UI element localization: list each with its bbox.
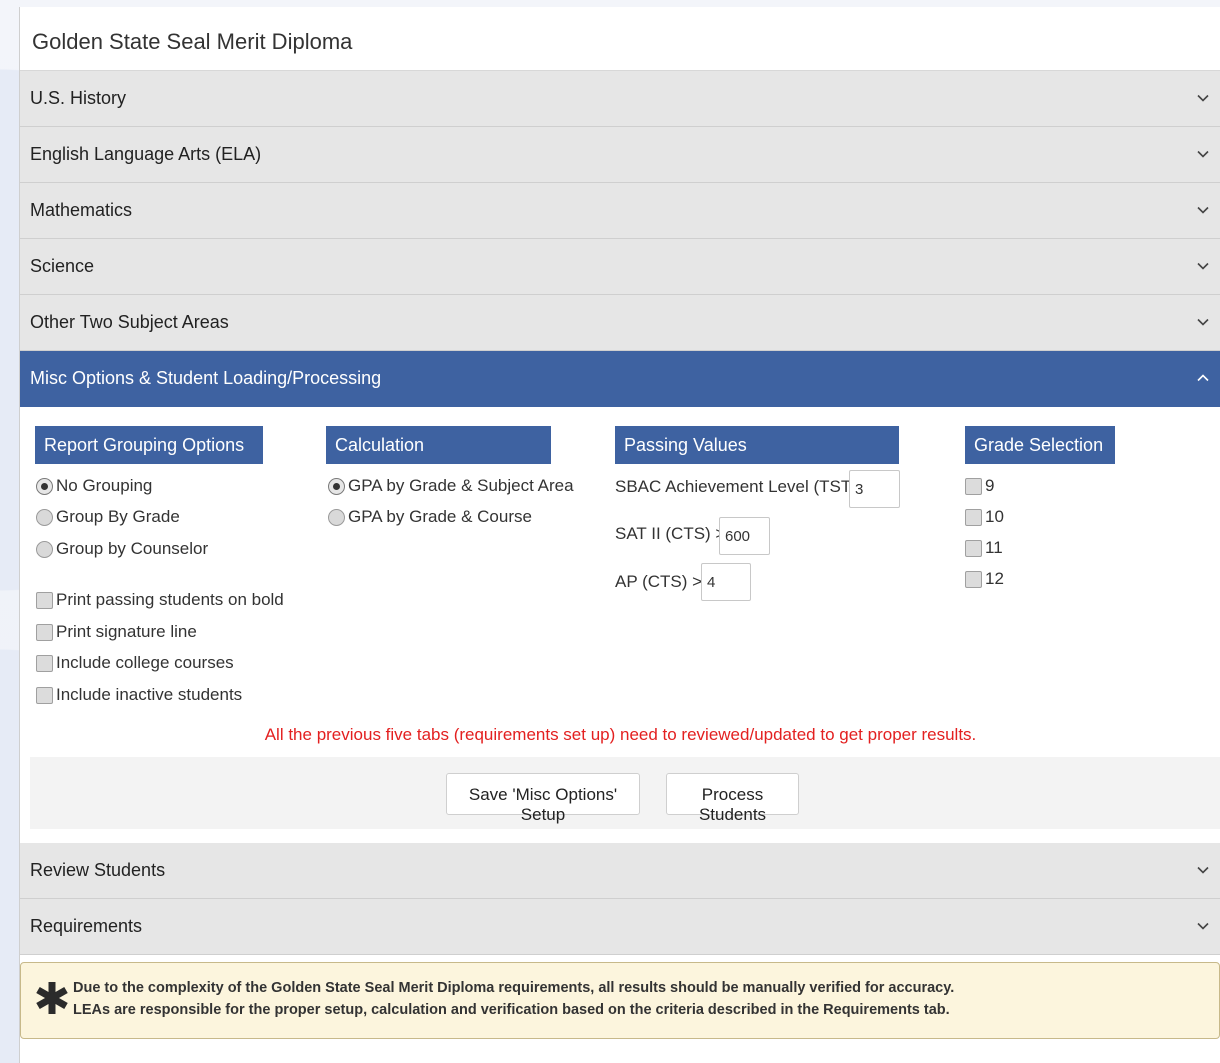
accordion-misc-options[interactable]: Misc Options & Student Loading/Processin…	[20, 351, 1220, 407]
checkbox-icon	[36, 623, 53, 641]
report-grouping-title: Report Grouping Options	[35, 426, 263, 464]
save-misc-options-button[interactable]: Save 'Misc Options' Setup	[446, 773, 640, 824]
accordion-mathematics[interactable]: Mathematics	[20, 183, 1220, 239]
accordion-label: Science	[30, 256, 95, 276]
asterisk-icon	[36, 982, 68, 1014]
chevron-down-icon	[1197, 866, 1209, 874]
radio-selected-icon	[328, 477, 345, 495]
checkbox-grade-11[interactable]: 11	[965, 538, 1003, 558]
accordion-us-history[interactable]: U.S. History	[20, 71, 1220, 127]
action-bar: Save 'Misc Options' Setup Process Studen…	[30, 757, 1220, 829]
warning-message: All the previous five tabs (requirements…	[264, 725, 977, 744]
checkbox-label: 10	[985, 507, 1004, 526]
chevron-down-icon	[1197, 922, 1209, 930]
sbac-input[interactable]: 3	[849, 470, 900, 508]
radio-selected-icon	[36, 477, 53, 495]
radio-gpa-course[interactable]: GPA by Grade & Course	[328, 507, 532, 527]
accordion-label: Other Two Subject Areas	[30, 312, 229, 332]
checkbox-icon	[965, 539, 982, 557]
chevron-down-icon	[1197, 318, 1209, 326]
checkbox-icon	[965, 508, 982, 526]
checkbox-label: Print passing students on bold	[56, 590, 284, 609]
accordion-label: Misc Options & Student Loading/Processin…	[30, 368, 382, 388]
radio-icon	[36, 540, 53, 558]
radio-label: No Grouping	[56, 476, 153, 495]
radio-icon	[36, 508, 53, 526]
checkbox-label: Include college courses	[56, 653, 234, 672]
checkbox-inactive-students[interactable]: Include inactive students	[36, 685, 242, 705]
ap-input[interactable]: 4	[701, 563, 751, 601]
radio-no-grouping[interactable]: No Grouping	[36, 476, 152, 496]
ap-label: AP (CTS) >=	[615, 572, 712, 591]
checkbox-icon	[36, 686, 53, 704]
checkbox-label: 9	[985, 476, 995, 495]
notice-line-1: Due to the complexity of the Golden Stat…	[73, 980, 955, 996]
sbac-label: SBAC Achievement Level (TST) >=	[615, 477, 882, 496]
sat-label: SAT II (CTS) >=	[615, 524, 736, 543]
checkbox-icon	[36, 591, 53, 609]
checkbox-print-bold[interactable]: Print passing students on bold	[36, 590, 284, 610]
radio-label: GPA by Grade & Course	[348, 507, 532, 526]
checkbox-grade-10[interactable]: 10	[965, 507, 1004, 527]
chevron-down-icon	[1197, 262, 1209, 270]
misc-options-body: Report Grouping Options No Grouping Grou…	[20, 407, 1220, 843]
checkbox-label: Print signature line	[56, 622, 197, 641]
radio-group-by-grade[interactable]: Group By Grade	[36, 507, 180, 527]
radio-label: Group By Grade	[56, 507, 180, 526]
chevron-down-icon	[1197, 94, 1209, 102]
accordion-other-subjects[interactable]: Other Two Subject Areas	[20, 295, 1220, 351]
checkbox-icon	[36, 654, 53, 672]
process-students-button[interactable]: Process Students	[666, 773, 799, 824]
notice-line-2: LEAs are responsible for the proper setu…	[73, 1002, 950, 1018]
checkbox-label: 12	[985, 569, 1004, 588]
radio-label: GPA by Grade & Subject Area	[348, 476, 574, 495]
calculation-title: Calculation	[326, 426, 551, 464]
passing-values-title: Passing Values	[615, 426, 899, 464]
page-title: Golden State Seal Merit Diploma	[20, 7, 1220, 71]
radio-gpa-subject-area[interactable]: GPA by Grade & Subject Area	[328, 476, 574, 496]
accordion-review-students[interactable]: Review Students	[20, 843, 1220, 899]
accordion-label: Review Students	[30, 860, 166, 880]
chevron-down-icon	[1197, 150, 1209, 158]
accordion-label: English Language Arts (ELA)	[30, 144, 262, 164]
checkbox-signature-line[interactable]: Print signature line	[36, 622, 197, 642]
sat-input[interactable]: 600	[719, 517, 770, 555]
checkbox-label: 11	[985, 538, 1003, 557]
grade-selection-title: Grade Selection	[965, 426, 1115, 464]
accordion-label: Mathematics	[30, 200, 133, 220]
checkbox-grade-12[interactable]: 12	[965, 569, 1004, 589]
radio-group-by-counselor[interactable]: Group by Counselor	[36, 539, 208, 559]
checkbox-college-courses[interactable]: Include college courses	[36, 653, 234, 673]
main-panel: Golden State Seal Merit Diploma U.S. His…	[19, 7, 1220, 1063]
chevron-down-icon	[1197, 206, 1209, 214]
accordion-requirements[interactable]: Requirements	[20, 899, 1220, 955]
accuracy-notice: Due to the complexity of the Golden Stat…	[20, 962, 1220, 1039]
chevron-up-icon	[1197, 374, 1209, 382]
accordion-label: U.S. History	[30, 88, 127, 108]
checkbox-label: Include inactive students	[56, 685, 243, 704]
accordion-science[interactable]: Science	[20, 239, 1220, 295]
radio-icon	[328, 508, 345, 526]
accordion-label: Requirements	[30, 916, 143, 936]
checkbox-icon	[965, 570, 982, 588]
checkbox-grade-9[interactable]: 9	[965, 476, 994, 496]
radio-label: Group by Counselor	[56, 539, 209, 558]
accordion-ela[interactable]: English Language Arts (ELA)	[20, 127, 1220, 183]
checkbox-icon	[965, 477, 982, 495]
